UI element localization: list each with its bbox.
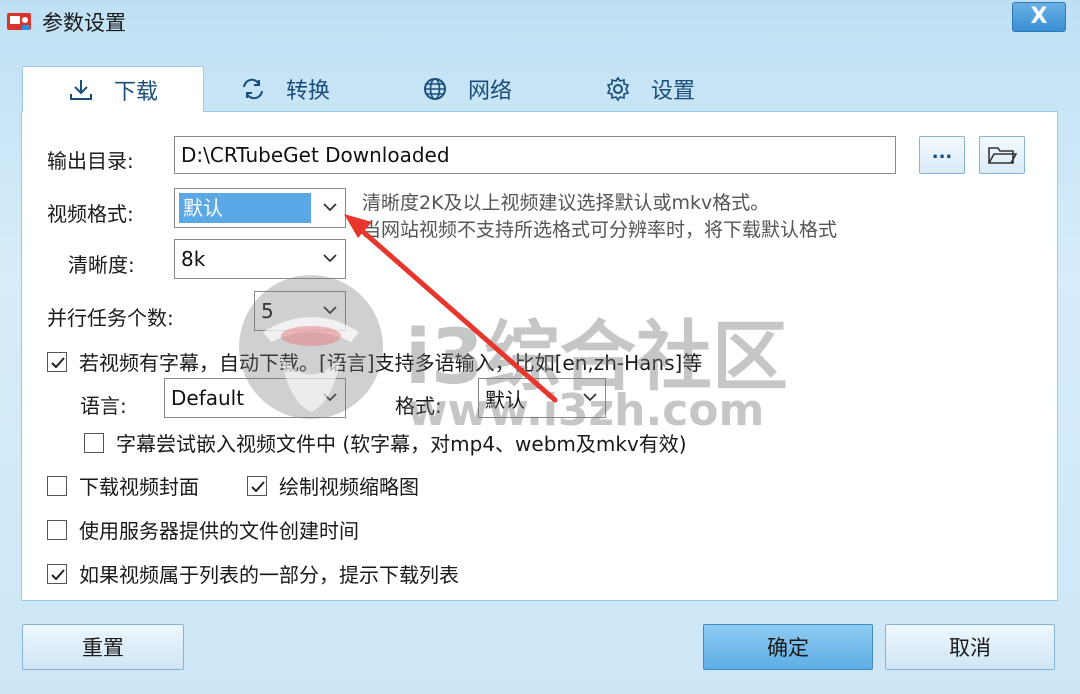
annotation-arrow <box>344 214 558 403</box>
settings-dialog: 参数设置 X 下载 转换 网络 设置 输出目录: D:\CRTubeGet Do… <box>0 0 1080 694</box>
